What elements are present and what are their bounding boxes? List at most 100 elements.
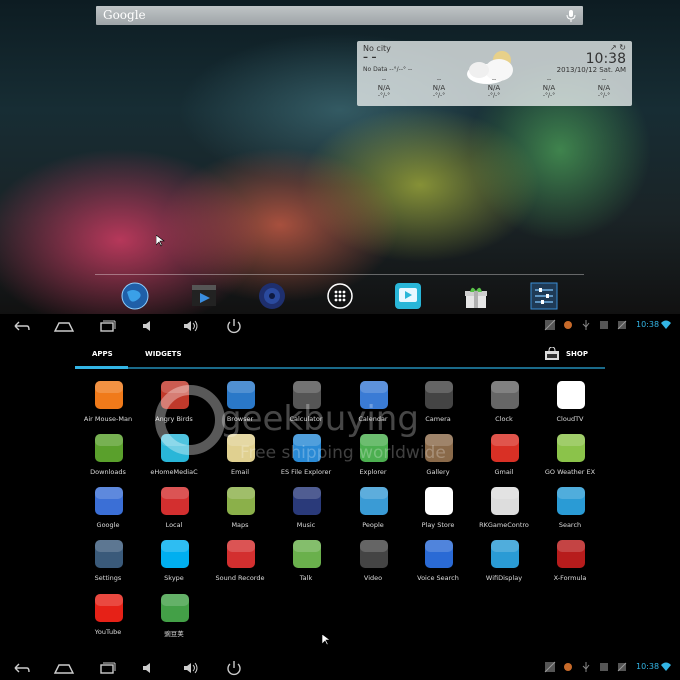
- app-label: Talk: [299, 574, 313, 582]
- app-music[interactable]: Music: [273, 485, 339, 539]
- globe-icon[interactable]: [121, 282, 149, 310]
- app-cloudtv[interactable]: CloudTV: [537, 379, 603, 433]
- app-label: X-Formula: [553, 574, 587, 582]
- usb-icon: [582, 662, 590, 672]
- forecast-day: -- N/A -°/-°: [542, 76, 556, 99]
- app-youtube[interactable]: YouTube: [75, 592, 141, 646]
- search-icon: [557, 487, 585, 515]
- forecast-day: -- N/A -°/-°: [487, 76, 501, 99]
- play-store-icon: [425, 487, 453, 515]
- app-label: RKGameContro: [479, 521, 529, 529]
- gift-box-icon[interactable]: [462, 282, 490, 310]
- app-label: Maps: [231, 521, 249, 529]
- back-icon[interactable]: [10, 318, 32, 334]
- app-downloads[interactable]: Downloads: [75, 432, 141, 486]
- volume-down-icon[interactable]: [138, 318, 160, 334]
- app-people[interactable]: People: [340, 485, 406, 539]
- gmail-icon: [491, 434, 519, 462]
- power-icon[interactable]: [223, 318, 245, 334]
- app-calculator[interactable]: Calculator: [273, 379, 339, 433]
- app-notification-icon: [564, 663, 572, 671]
- app-local[interactable]: Local: [141, 485, 207, 539]
- mouse-cursor-icon: [322, 634, 331, 646]
- x-formula-icon: [557, 540, 585, 568]
- app-label: Music: [296, 521, 316, 529]
- app-maps[interactable]: Maps: [207, 485, 273, 539]
- app-email[interactable]: Email: [207, 432, 273, 486]
- shop-button[interactable]: SHOP: [566, 350, 588, 358]
- app-camera[interactable]: Camera: [405, 379, 471, 433]
- tab-widgets[interactable]: WIDGETS: [145, 350, 181, 358]
- app-air-mouse-man[interactable]: Air Mouse-Man: [75, 379, 141, 433]
- browser-globe-icon: [227, 381, 255, 409]
- app-play-store[interactable]: Play Store: [405, 485, 471, 539]
- app-x-formula[interactable]: X-Formula: [537, 538, 603, 592]
- app-search[interactable]: Search: [537, 485, 603, 539]
- all-apps-icon[interactable]: [326, 282, 354, 310]
- angry-birds-icon: [161, 381, 189, 409]
- app-label: GO Weather EX: [544, 468, 596, 476]
- shop-bag-icon[interactable]: [544, 347, 560, 361]
- app-google[interactable]: Google: [75, 485, 141, 539]
- app-browser[interactable]: Browser: [207, 379, 273, 433]
- app-ehomemediac[interactable]: eHomeMediaC: [141, 432, 207, 486]
- people-icon: [360, 487, 388, 515]
- video-clapper-icon: [360, 540, 388, 568]
- app-[interactable]: 豌豆荚: [141, 592, 207, 646]
- app-label: Air Mouse-Man: [83, 415, 133, 423]
- app-label: Downloads: [90, 468, 126, 476]
- app-label: eHomeMediaC: [150, 468, 198, 476]
- power-icon[interactable]: [223, 660, 245, 676]
- volume-up-icon[interactable]: [180, 660, 202, 676]
- recent-apps-icon[interactable]: [96, 318, 118, 334]
- google-search-bar[interactable]: Google: [96, 6, 583, 25]
- status-clock: 10:38: [636, 320, 660, 329]
- app-voice-search[interactable]: Voice Search: [405, 538, 471, 592]
- maps-icon: [227, 487, 255, 515]
- status-clock: 10:38: [636, 662, 660, 671]
- app-talk[interactable]: Talk: [273, 538, 339, 592]
- app-skype[interactable]: Skype: [141, 538, 207, 592]
- app-go-weather-ex[interactable]: GO Weather EX: [537, 432, 603, 486]
- cloudtv-icon: [557, 381, 585, 409]
- app-label: Clock: [495, 415, 513, 423]
- tab-apps[interactable]: APPS: [92, 350, 113, 358]
- gallery-icon: [425, 434, 453, 462]
- air-mouse-icon: [95, 381, 123, 409]
- app-label: Settings: [94, 574, 122, 582]
- recent-apps-icon[interactable]: [96, 660, 118, 676]
- app-clock[interactable]: Clock: [471, 379, 537, 433]
- microphone-icon[interactable]: [565, 9, 577, 23]
- app-label: Play Store: [421, 521, 455, 529]
- app-sound-recorde[interactable]: Sound Recorde: [207, 538, 273, 592]
- app-angry-birds[interactable]: Angry Birds: [141, 379, 207, 433]
- speaker-icon[interactable]: [258, 282, 286, 310]
- app-rkgamecontro[interactable]: RKGameContro: [471, 485, 537, 539]
- app-video[interactable]: Video: [340, 538, 406, 592]
- ehome-media-icon[interactable]: [394, 282, 422, 310]
- app-wifidisplay[interactable]: WifiDisplay: [471, 538, 537, 592]
- go-weather-icon: [557, 434, 585, 462]
- system-navigation-bar: 10:38: [0, 314, 680, 338]
- app-es-file-explorer[interactable]: ES File Explorer: [273, 432, 339, 486]
- home-icon[interactable]: [53, 660, 75, 676]
- storage-icon: [617, 320, 627, 330]
- es-file-explorer-icon: [293, 434, 321, 462]
- app-gmail[interactable]: Gmail: [471, 432, 537, 486]
- settings-sliders-icon[interactable]: [530, 282, 558, 310]
- video-player-icon[interactable]: [190, 282, 218, 310]
- back-icon[interactable]: [10, 660, 32, 676]
- home-icon[interactable]: [53, 318, 75, 334]
- app-label: Google: [96, 521, 120, 529]
- weather-widget[interactable]: No city – – No Data --°/--° -- ↗ ↻ 10:38…: [357, 41, 632, 106]
- youtube-icon: [95, 594, 123, 622]
- app-calendar[interactable]: Calendar: [340, 379, 406, 433]
- app-settings[interactable]: Settings: [75, 538, 141, 592]
- voice-search-icon: [425, 540, 453, 568]
- app-explorer[interactable]: Explorer: [340, 432, 406, 486]
- volume-down-icon[interactable]: [138, 660, 160, 676]
- app-label: Gmail: [494, 468, 514, 476]
- app-gallery[interactable]: Gallery: [405, 432, 471, 486]
- screenshot-notification-icon: [544, 661, 556, 673]
- volume-up-icon[interactable]: [180, 318, 202, 334]
